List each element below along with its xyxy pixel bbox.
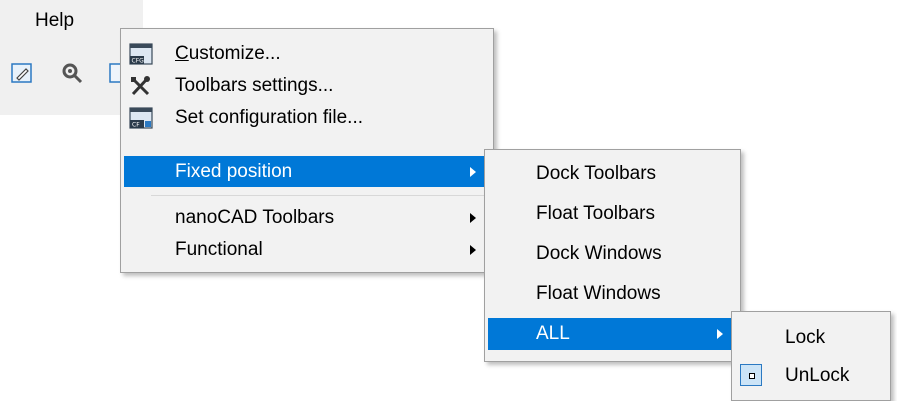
menu-item-unlock[interactable]: UnLock: [735, 360, 887, 392]
cf-file-icon: CF: [129, 107, 153, 129]
cfg-icon: CFG: [129, 43, 153, 65]
svg-text:CF: CF: [132, 122, 140, 129]
menu-item-dock-toolbars[interactable]: Dock Toolbars: [488, 158, 737, 190]
svg-text:CFG: CFG: [132, 58, 145, 65]
menu-item-set-config-file[interactable]: CF Set configuration file...: [124, 102, 490, 134]
menu-item-fixed-position[interactable]: Fixed position: [124, 156, 490, 187]
submenu-fixed-position: Dock Toolbars Float Toolbars Dock Window…: [484, 149, 741, 362]
menu-item-nanocad-toolbars[interactable]: nanoCAD Toolbars: [124, 202, 490, 234]
context-menu: CFG Customize... Toolbars settings... CF…: [120, 28, 494, 273]
chevron-right-icon: [470, 213, 476, 223]
menu-item-customize[interactable]: CFG Customize...: [124, 38, 490, 70]
submenu-all: Lock UnLock: [731, 311, 891, 401]
radio-checked-icon: [740, 364, 762, 386]
chevron-right-icon: [470, 167, 476, 177]
tools-icon: [131, 76, 150, 96]
menu-item-float-toolbars[interactable]: Float Toolbars: [488, 198, 737, 230]
menu-item-lock[interactable]: Lock: [735, 322, 887, 354]
menu-item-float-windows[interactable]: Float Windows: [488, 278, 737, 310]
menu-item-functional[interactable]: Functional: [124, 234, 490, 266]
gear-search-icon[interactable]: [60, 61, 84, 85]
menu-help[interactable]: Help: [35, 10, 74, 32]
menu-separator: [151, 195, 490, 196]
chevron-right-icon: [717, 329, 723, 339]
edit-icon[interactable]: [10, 61, 34, 85]
menu-item-toolbars-settings[interactable]: Toolbars settings...: [124, 70, 490, 102]
chevron-right-icon: [470, 245, 476, 255]
menu-item-all[interactable]: ALL: [488, 318, 737, 350]
menu-item-dock-windows[interactable]: Dock Windows: [488, 238, 737, 270]
